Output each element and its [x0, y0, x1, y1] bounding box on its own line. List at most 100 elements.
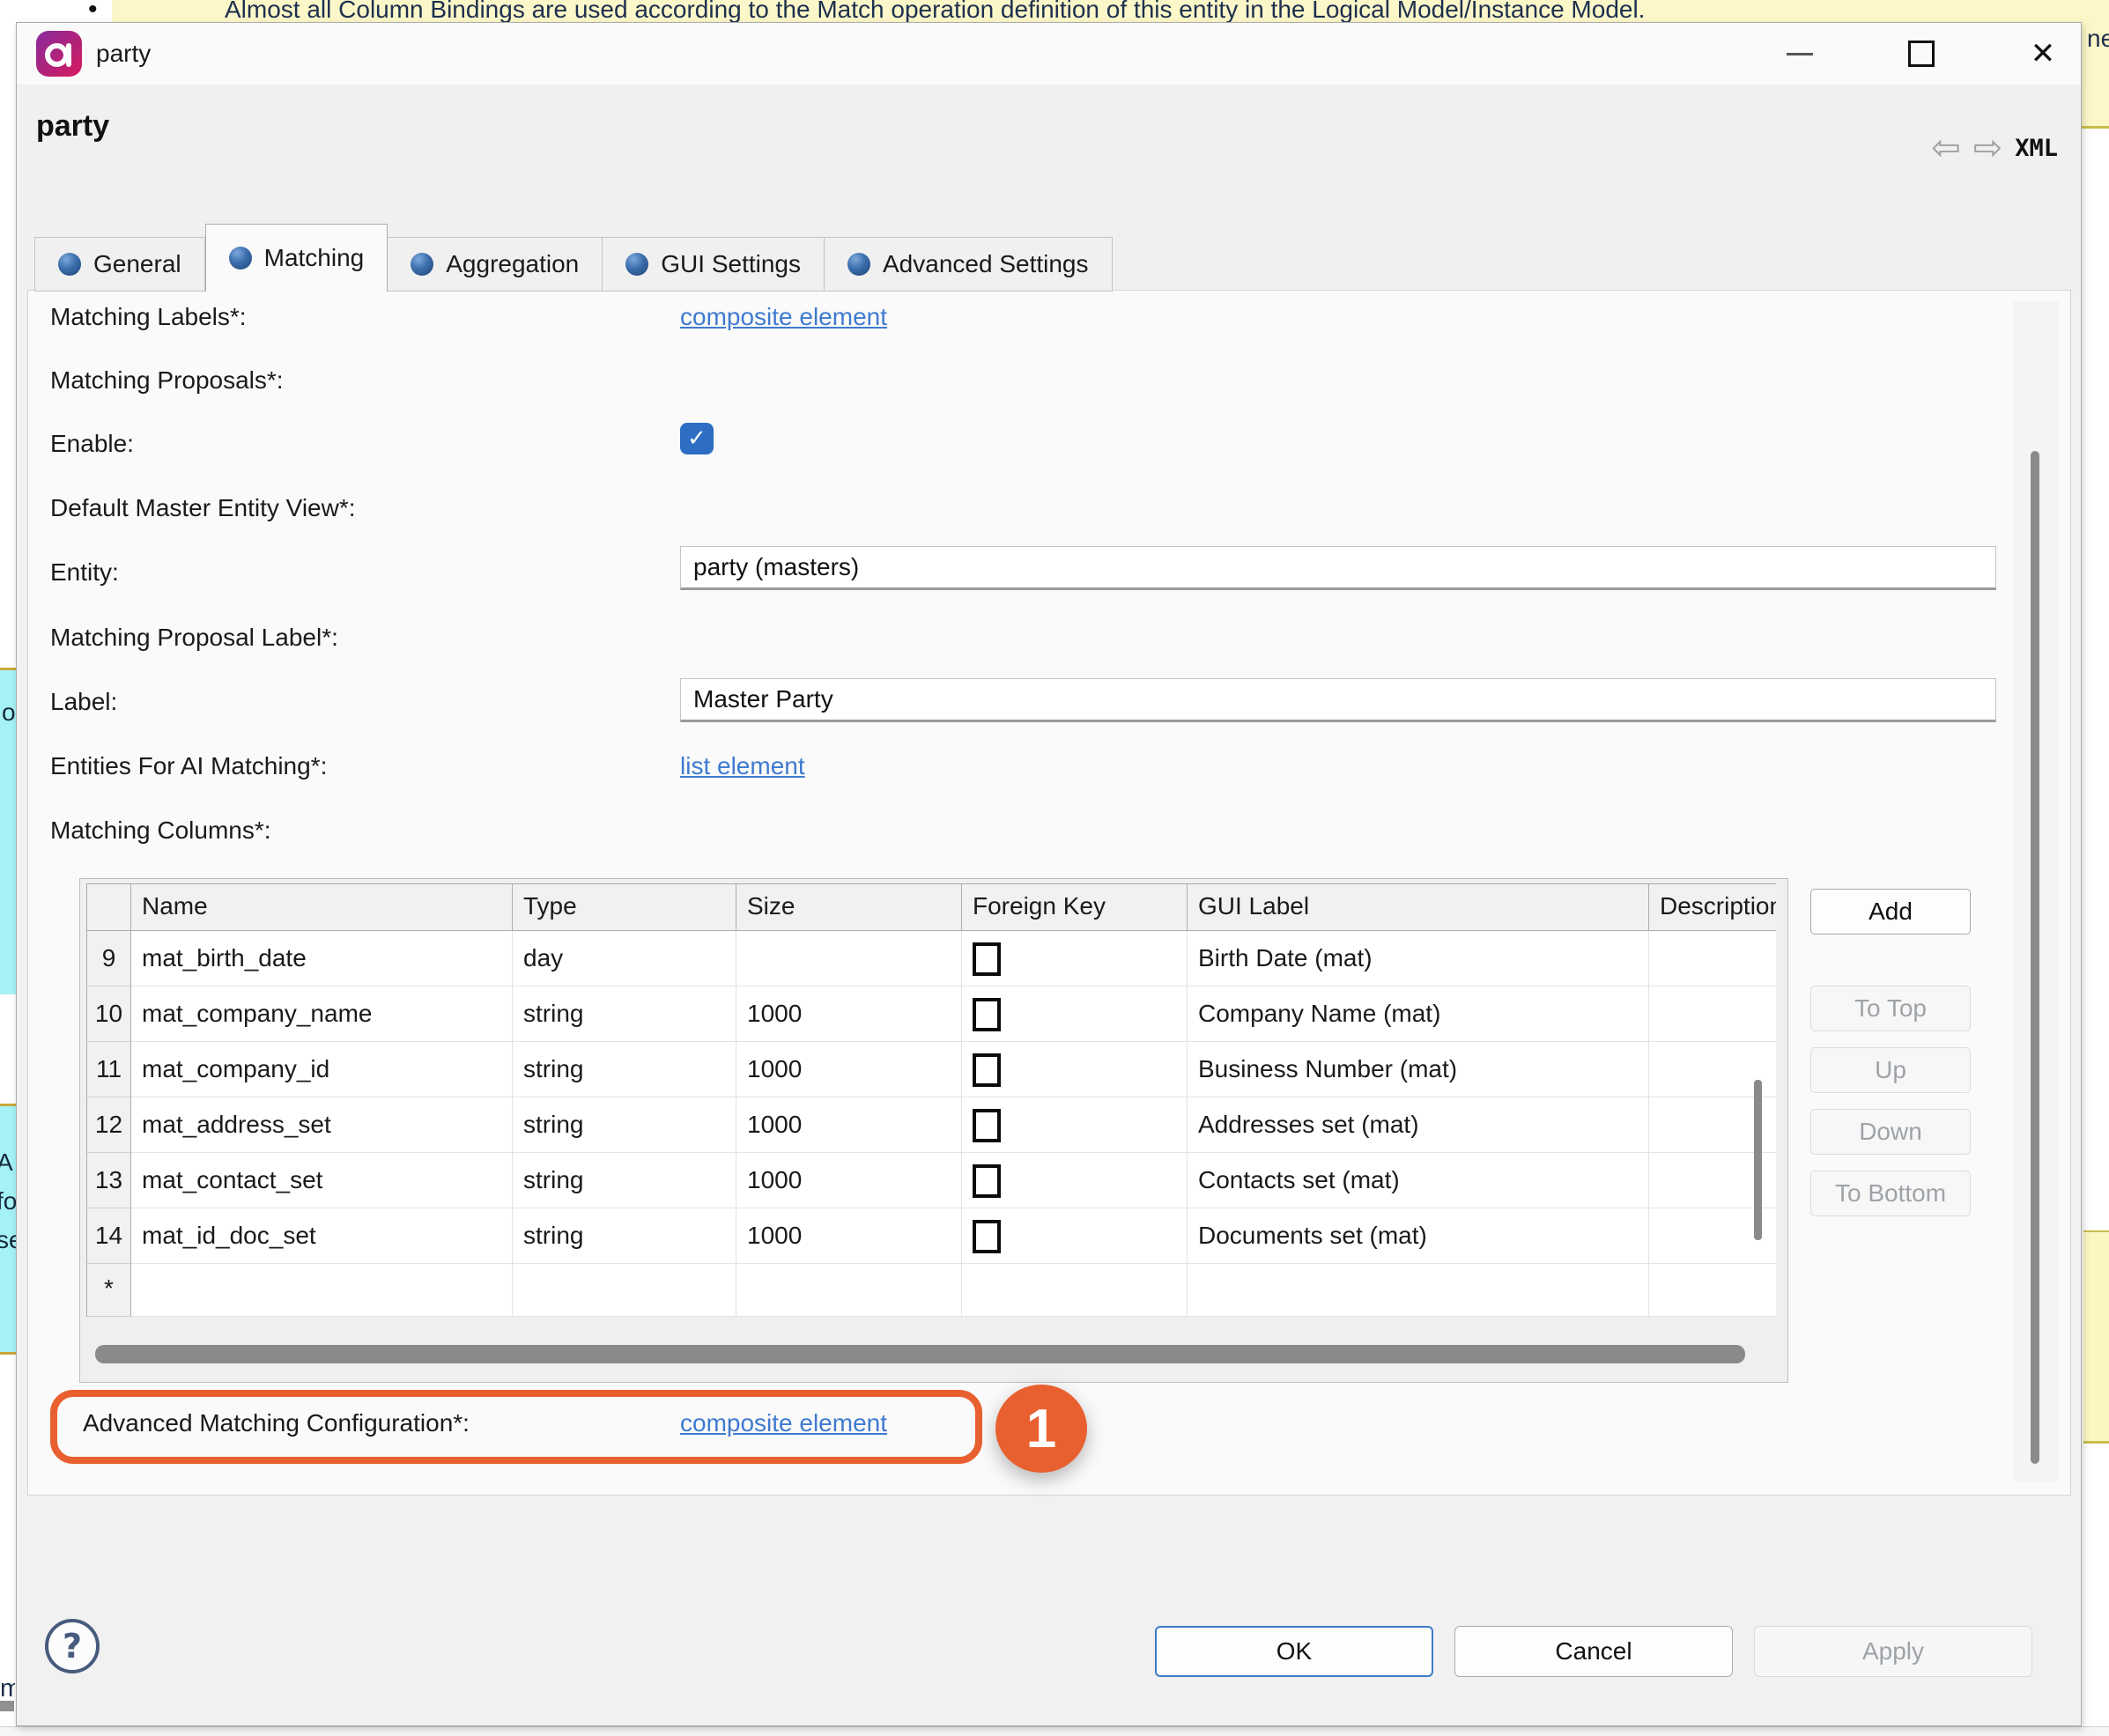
cell-foreign-key	[962, 1153, 1188, 1208]
cell-gui-label: Documents set (mat)	[1188, 1208, 1649, 1264]
header-foreign-key: Foreign Key	[962, 884, 1188, 931]
cell-name: mat_address_set	[131, 1097, 513, 1153]
label-label: Label:	[50, 688, 117, 716]
xml-view-button[interactable]: XML	[2015, 135, 2058, 162]
cell-type: string	[513, 1153, 736, 1208]
background-bottom-strip	[0, 1726, 2109, 1736]
help-button[interactable]: ?	[45, 1619, 100, 1673]
down-button[interactable]: Down	[1810, 1109, 1971, 1155]
cell-gui-label: Company Name (mat)	[1188, 986, 1649, 1042]
matching-labels-link[interactable]: composite element	[680, 303, 887, 331]
header-corner	[87, 884, 131, 931]
header-size: Size	[736, 884, 962, 931]
cell-name: mat_birth_date	[131, 931, 513, 986]
header-gui-label: GUI Label	[1188, 884, 1649, 931]
maximize-button[interactable]	[1906, 39, 1936, 69]
cell-foreign-key	[962, 986, 1188, 1042]
cell-type: string	[513, 1208, 736, 1264]
background-gray-bar-fragment	[0, 1701, 14, 1711]
cell-size: 1000	[736, 1042, 962, 1097]
page-title: party	[36, 109, 109, 144]
table-row[interactable]: 10 mat_company_name string 1000 Company …	[87, 986, 1776, 1042]
foreign-key-checkbox[interactable]	[973, 1220, 1001, 1253]
pane-scrollbar-thumb[interactable]	[2031, 451, 2039, 1464]
tab-label: GUI Settings	[661, 250, 801, 278]
cell-gui-label: Business Number (mat)	[1188, 1042, 1649, 1097]
foreign-key-checkbox[interactable]	[973, 1053, 1001, 1087]
note-fragment-text: ne	[2087, 25, 2109, 53]
enable-checkbox[interactable]: ✓	[680, 423, 714, 454]
cell-name: mat_id_doc_set	[131, 1208, 513, 1264]
sphere-icon	[847, 253, 870, 276]
add-button[interactable]: Add	[1810, 889, 1971, 934]
table-vertical-scrollbar[interactable]	[1754, 1080, 1762, 1240]
annotation-callout-1: 1	[995, 1385, 1087, 1473]
cell-size	[736, 931, 962, 986]
to-bottom-button[interactable]: To Bottom	[1810, 1171, 1971, 1216]
table-row[interactable]: 11 mat_company_id string 1000 Business N…	[87, 1042, 1776, 1097]
callout-number: 1	[1026, 1398, 1056, 1460]
matching-proposal-label-label: Matching Proposal Label*:	[50, 624, 338, 652]
cell-name	[131, 1264, 513, 1317]
up-button[interactable]: Up	[1810, 1047, 1971, 1093]
cell-size: 1000	[736, 986, 962, 1042]
foreign-key-checkbox[interactable]	[973, 942, 1001, 976]
enable-label: Enable:	[50, 430, 134, 458]
row-number: 12	[87, 1097, 131, 1153]
tab-aggregation[interactable]: Aggregation	[388, 237, 603, 292]
cell-foreign-key	[962, 1097, 1188, 1153]
table-horizontal-scrollbar[interactable]	[95, 1345, 1745, 1363]
to-top-button[interactable]: To Top	[1810, 986, 1971, 1031]
cell-type: string	[513, 1097, 736, 1153]
window-title: party	[96, 23, 151, 85]
xml-navigation: ⇦ ⇨ XML	[1931, 130, 2058, 166]
cell-gui-label: Contacts set (mat)	[1188, 1153, 1649, 1208]
table-row[interactable]: 9 mat_birth_date day Birth Date (mat)	[87, 931, 1776, 986]
cell-type: string	[513, 1042, 736, 1097]
sphere-icon	[58, 253, 81, 276]
question-icon: ?	[63, 1627, 82, 1666]
tab-bar: General Matching Aggregation GUI Setting…	[34, 224, 1113, 292]
cell-type: string	[513, 986, 736, 1042]
pane-scrollbar-track	[2013, 301, 2059, 1481]
matching-proposals-label: Matching Proposals*:	[50, 366, 284, 395]
foreign-key-checkbox[interactable]	[973, 1109, 1001, 1142]
forward-arrow-icon[interactable]: ⇨	[1973, 130, 2003, 166]
tab-gui-settings[interactable]: GUI Settings	[603, 237, 825, 292]
foreign-key-checkbox[interactable]	[973, 1164, 1001, 1198]
cell-name: mat_company_id	[131, 1042, 513, 1097]
tab-label: General	[93, 250, 181, 278]
table-row[interactable]: 12 mat_address_set string 1000 Addresses…	[87, 1097, 1776, 1153]
ok-button[interactable]: OK	[1155, 1626, 1433, 1677]
background-cyan-fragment-2: A fo se	[0, 1104, 16, 1355]
sphere-icon	[411, 253, 433, 276]
background-note-right-fragment: ne	[2082, 0, 2109, 129]
cell-size: 1000	[736, 1097, 962, 1153]
back-arrow-icon[interactable]: ⇦	[1931, 130, 1961, 166]
header-description: Description	[1649, 884, 1776, 931]
tab-general[interactable]: General	[34, 237, 205, 292]
advanced-matching-configuration-link[interactable]: composite element	[680, 1409, 887, 1437]
apply-button[interactable]: Apply	[1754, 1626, 2032, 1677]
label-input[interactable]	[680, 678, 1996, 722]
screen: • Almost all Column Bindings are used ac…	[0, 0, 2109, 1736]
row-number: 9	[87, 931, 131, 986]
default-master-entity-view-label: Default Master Entity View*:	[50, 494, 356, 522]
entities-for-ai-matching-link[interactable]: list element	[680, 752, 805, 780]
close-button[interactable]: ✕	[2028, 39, 2058, 69]
cell-gui-label: Addresses set (mat)	[1188, 1097, 1649, 1153]
check-icon: ✓	[687, 425, 707, 452]
cancel-button[interactable]: Cancel	[1454, 1626, 1733, 1677]
tab-advanced-settings[interactable]: Advanced Settings	[825, 237, 1113, 292]
matching-labels-label: Matching Labels*:	[50, 303, 247, 331]
table-row[interactable]: 13 mat_contact_set string 1000 Contacts …	[87, 1153, 1776, 1208]
cell-size	[736, 1264, 962, 1317]
advanced-matching-configuration-label: Advanced Matching Configuration*:	[83, 1409, 470, 1437]
entity-input[interactable]	[680, 546, 1996, 590]
table-new-row[interactable]: *	[87, 1264, 1776, 1317]
cell-description	[1649, 1264, 1776, 1317]
foreign-key-checkbox[interactable]	[973, 998, 1001, 1031]
table-row[interactable]: 14 mat_id_doc_set string 1000 Documents …	[87, 1208, 1776, 1264]
minimize-button[interactable]	[1785, 39, 1815, 69]
tab-matching[interactable]: Matching	[205, 224, 388, 292]
